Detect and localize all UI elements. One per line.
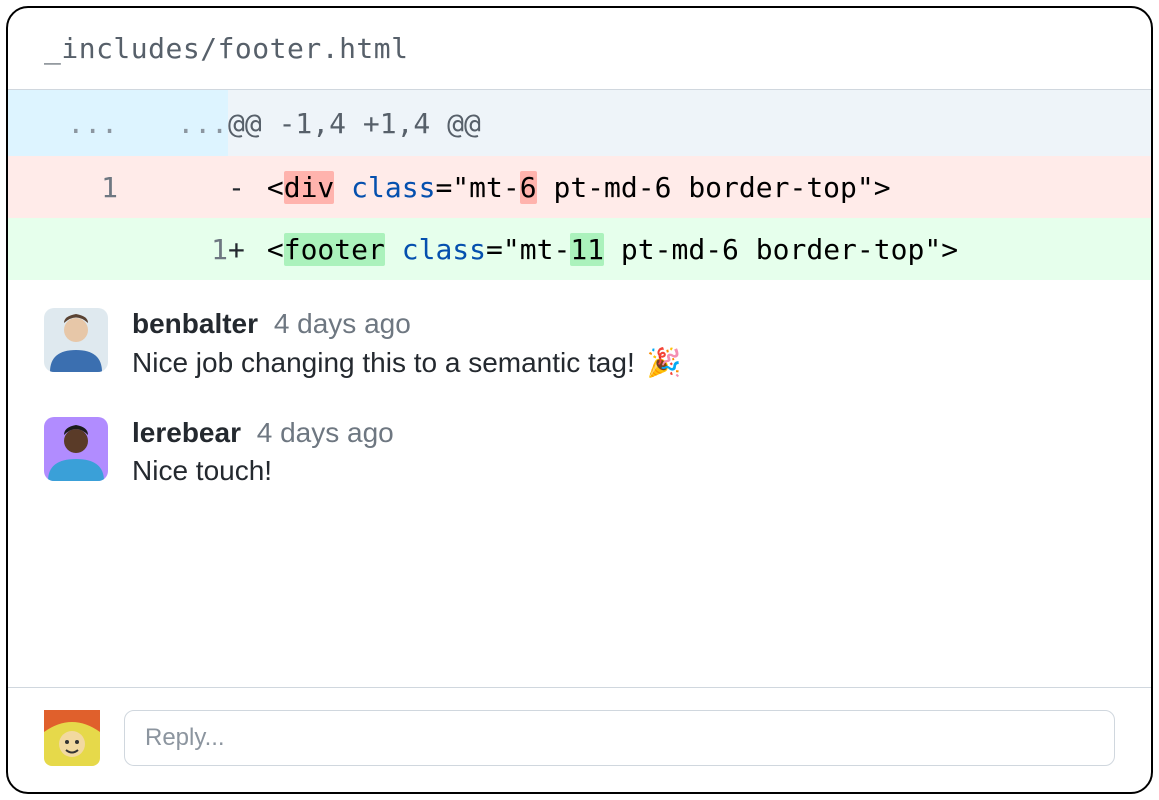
comment: benbalter 4 days ago Nice job changing t…: [44, 308, 1115, 379]
diff-removed-line[interactable]: 1 - <div class="mt-6 pt-md-6 border-top"…: [8, 156, 1151, 218]
comment-time: 4 days ago: [274, 308, 411, 339]
added-highlight-tag: footer: [284, 233, 385, 266]
diff-marker-minus: -: [228, 171, 250, 204]
comment: lerebear 4 days ago Nice touch!: [44, 417, 1115, 487]
comments-section: benbalter 4 days ago Nice job changing t…: [8, 280, 1151, 687]
added-highlight-num: 11: [570, 233, 604, 266]
avatar[interactable]: [44, 710, 100, 766]
diff-added-line[interactable]: 1 + <footer class="mt-11 pt-md-6 border-…: [8, 218, 1151, 280]
hunk-old-col: ...: [8, 90, 118, 156]
diff-table: ... ... @@ -1,4 +1,4 @@ 1 - <div class="…: [8, 90, 1151, 280]
removed-highlight-tag: div: [284, 171, 335, 204]
comment-author[interactable]: lerebear: [132, 417, 241, 448]
hunk-header-row: ... ... @@ -1,4 +1,4 @@: [8, 90, 1151, 156]
removed-highlight-num: 6: [520, 171, 537, 204]
comment-text: Nice touch!: [132, 455, 394, 487]
reply-input[interactable]: [124, 710, 1115, 766]
old-line-number: 1: [8, 156, 118, 218]
avatar[interactable]: [44, 308, 108, 372]
reply-section: [8, 687, 1151, 792]
hunk-header: @@ -1,4 +1,4 @@: [228, 90, 1151, 156]
comment-time: 4 days ago: [257, 417, 394, 448]
removed-code: - <div class="mt-6 pt-md-6 border-top">: [228, 156, 1151, 218]
file-path: _includes/footer.html: [8, 8, 1151, 90]
diff-marker-plus: +: [228, 233, 250, 266]
new-line-number: 1: [118, 218, 228, 280]
new-line-number: [118, 156, 228, 218]
avatar[interactable]: [44, 417, 108, 481]
added-code: + <footer class="mt-11 pt-md-6 border-to…: [228, 218, 1151, 280]
diff-review-card: _includes/footer.html ... ... @@ -1,4 +1…: [6, 6, 1153, 794]
hunk-new-col: ...: [118, 90, 228, 156]
comment-text: Nice job changing this to a semantic tag…: [132, 346, 681, 379]
party-popper-icon: 🎉: [647, 346, 682, 379]
comment-author[interactable]: benbalter: [132, 308, 258, 339]
old-line-number: [8, 218, 118, 280]
